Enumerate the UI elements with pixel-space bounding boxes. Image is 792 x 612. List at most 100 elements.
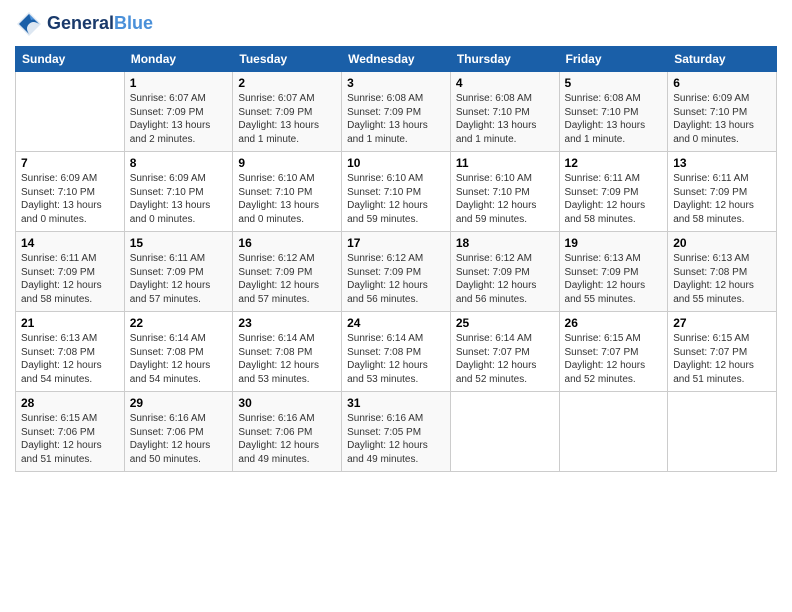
day-number: 1 bbox=[130, 76, 228, 90]
day-number: 24 bbox=[347, 316, 445, 330]
day-cell: 23Sunrise: 6:14 AM Sunset: 7:08 PM Dayli… bbox=[233, 312, 342, 392]
day-number: 22 bbox=[130, 316, 228, 330]
day-number: 2 bbox=[238, 76, 336, 90]
day-cell bbox=[668, 392, 777, 472]
day-info: Sunrise: 6:09 AM Sunset: 7:10 PM Dayligh… bbox=[130, 172, 228, 226]
day-cell: 25 Sunrise: 6:14 AM Sunset: 7:07 PM Dayli… bbox=[450, 312, 559, 392]
day-info: Sunrise: 6:11 AM Sunset: 7:09 PM Dayligh… bbox=[21, 252, 119, 306]
column-header-friday: Friday bbox=[559, 47, 668, 72]
day-info: Sunrise: 6:08 AM Sunset: 7:09 PM Dayligh… bbox=[347, 92, 445, 146]
day-info: Sunrise: 6:11 AM Sunset: 7:09 PM Dayligh… bbox=[565, 172, 663, 226]
day-number: 16 bbox=[238, 236, 336, 250]
day-info: Sunrise: 6:15 AM Sunset: 7:07 PM Dayligh… bbox=[565, 332, 663, 386]
day-cell: 7 Sunrise: 6:09 AM Sunset: 7:10 PM Daylig… bbox=[16, 152, 125, 232]
day-info: Sunrise: 6:09 AM Sunset: 7:10 PM Dayligh… bbox=[21, 172, 119, 226]
column-header-tuesday: Tuesday bbox=[233, 47, 342, 72]
day-number: 6 bbox=[673, 76, 771, 90]
day-number: 26 bbox=[565, 316, 663, 330]
column-header-monday: Monday bbox=[124, 47, 233, 72]
day-cell: 12 Sunrise: 6:11 AM Sunset: 7:09 PM Dayli… bbox=[559, 152, 668, 232]
day-number: 4 bbox=[456, 76, 554, 90]
week-row-2: 7 Sunrise: 6:09 AM Sunset: 7:10 PM Daylig… bbox=[16, 152, 777, 232]
day-cell: 26 Sunrise: 6:15 AM Sunset: 7:07 PM Dayli… bbox=[559, 312, 668, 392]
day-number: 31 bbox=[347, 396, 445, 410]
header: GeneralBlue bbox=[15, 10, 777, 38]
day-number: 7 bbox=[21, 156, 119, 170]
day-info: Sunrise: 6:13 AM Sunset: 7:08 PM Dayligh… bbox=[21, 332, 119, 386]
column-header-saturday: Saturday bbox=[668, 47, 777, 72]
day-info: Sunrise: 6:16 AM Sunset: 7:06 PM Dayligh… bbox=[130, 412, 228, 466]
day-cell: 27Sunrise: 6:15 AM Sunset: 7:07 PM Dayli… bbox=[668, 312, 777, 392]
day-info: Sunrise: 6:11 AM Sunset: 7:09 PM Dayligh… bbox=[130, 252, 228, 306]
week-row-3: 14 Sunrise: 6:11 AM Sunset: 7:09 PM Dayli… bbox=[16, 232, 777, 312]
day-cell: 28 Sunrise: 6:15 AM Sunset: 7:06 PM Dayli… bbox=[16, 392, 125, 472]
day-cell: 3 Sunrise: 6:08 AM Sunset: 7:09 PM Daylig… bbox=[342, 72, 451, 152]
day-cell: 4 Sunrise: 6:08 AM Sunset: 7:10 PM Daylig… bbox=[450, 72, 559, 152]
day-cell: 16 Sunrise: 6:12 AM Sunset: 7:09 PM Dayli… bbox=[233, 232, 342, 312]
day-cell: 14 Sunrise: 6:11 AM Sunset: 7:09 PM Dayli… bbox=[16, 232, 125, 312]
day-number: 13 bbox=[673, 156, 771, 170]
logo-text: GeneralBlue bbox=[47, 14, 153, 34]
day-cell: 11 Sunrise: 6:10 AM Sunset: 7:10 PM Dayli… bbox=[450, 152, 559, 232]
day-cell: 6 Sunrise: 6:09 AM Sunset: 7:10 PM Daylig… bbox=[668, 72, 777, 152]
page: GeneralBlue SundayMondayTuesdayWednesday… bbox=[0, 0, 792, 482]
day-info: Sunrise: 6:16 AM Sunset: 7:06 PM Dayligh… bbox=[238, 412, 336, 466]
day-number: 29 bbox=[130, 396, 228, 410]
day-info: Sunrise: 6:12 AM Sunset: 7:09 PM Dayligh… bbox=[456, 252, 554, 306]
day-number: 14 bbox=[21, 236, 119, 250]
logo: GeneralBlue bbox=[15, 10, 153, 38]
day-number: 10 bbox=[347, 156, 445, 170]
day-cell: 17 Sunrise: 6:12 AM Sunset: 7:09 PM Dayli… bbox=[342, 232, 451, 312]
day-info: Sunrise: 6:13 AM Sunset: 7:09 PM Dayligh… bbox=[565, 252, 663, 306]
day-info: Sunrise: 6:10 AM Sunset: 7:10 PM Dayligh… bbox=[238, 172, 336, 226]
day-info: Sunrise: 6:08 AM Sunset: 7:10 PM Dayligh… bbox=[456, 92, 554, 146]
day-cell bbox=[450, 392, 559, 472]
day-number: 11 bbox=[456, 156, 554, 170]
day-info: Sunrise: 6:13 AM Sunset: 7:08 PM Dayligh… bbox=[673, 252, 771, 306]
day-cell bbox=[16, 72, 125, 152]
calendar-table: SundayMondayTuesdayWednesdayThursdayFrid… bbox=[15, 46, 777, 472]
day-cell: 31Sunrise: 6:16 AM Sunset: 7:05 PM Dayli… bbox=[342, 392, 451, 472]
day-info: Sunrise: 6:07 AM Sunset: 7:09 PM Dayligh… bbox=[238, 92, 336, 146]
day-number: 30 bbox=[238, 396, 336, 410]
day-info: Sunrise: 6:12 AM Sunset: 7:09 PM Dayligh… bbox=[238, 252, 336, 306]
column-header-sunday: Sunday bbox=[16, 47, 125, 72]
day-info: Sunrise: 6:12 AM Sunset: 7:09 PM Dayligh… bbox=[347, 252, 445, 306]
week-row-4: 21 Sunrise: 6:13 AM Sunset: 7:08 PM Dayli… bbox=[16, 312, 777, 392]
day-info: Sunrise: 6:09 AM Sunset: 7:10 PM Dayligh… bbox=[673, 92, 771, 146]
day-info: Sunrise: 6:07 AM Sunset: 7:09 PM Dayligh… bbox=[130, 92, 228, 146]
day-info: Sunrise: 6:10 AM Sunset: 7:10 PM Dayligh… bbox=[456, 172, 554, 226]
day-cell: 13 Sunrise: 6:11 AM Sunset: 7:09 PM Dayli… bbox=[668, 152, 777, 232]
day-number: 25 bbox=[456, 316, 554, 330]
day-cell: 20 Sunrise: 6:13 AM Sunset: 7:08 PM Dayli… bbox=[668, 232, 777, 312]
day-number: 15 bbox=[130, 236, 228, 250]
column-header-thursday: Thursday bbox=[450, 47, 559, 72]
day-number: 19 bbox=[565, 236, 663, 250]
day-cell: 21 Sunrise: 6:13 AM Sunset: 7:08 PM Dayli… bbox=[16, 312, 125, 392]
day-number: 20 bbox=[673, 236, 771, 250]
week-row-1: 1 Sunrise: 6:07 AM Sunset: 7:09 PM Daylig… bbox=[16, 72, 777, 152]
day-number: 28 bbox=[21, 396, 119, 410]
day-number: 8 bbox=[130, 156, 228, 170]
day-number: 3 bbox=[347, 76, 445, 90]
day-number: 9 bbox=[238, 156, 336, 170]
day-info: Sunrise: 6:08 AM Sunset: 7:10 PM Dayligh… bbox=[565, 92, 663, 146]
day-number: 17 bbox=[347, 236, 445, 250]
day-cell: 10 Sunrise: 6:10 AM Sunset: 7:10 PM Dayli… bbox=[342, 152, 451, 232]
logo-icon bbox=[15, 10, 43, 38]
day-cell: 24Sunrise: 6:14 AM Sunset: 7:08 PM Dayli… bbox=[342, 312, 451, 392]
day-number: 21 bbox=[21, 316, 119, 330]
day-info: Sunrise: 6:11 AM Sunset: 7:09 PM Dayligh… bbox=[673, 172, 771, 226]
day-number: 23 bbox=[238, 316, 336, 330]
week-row-5: 28 Sunrise: 6:15 AM Sunset: 7:06 PM Dayli… bbox=[16, 392, 777, 472]
day-number: 12 bbox=[565, 156, 663, 170]
day-info: Sunrise: 6:14 AM Sunset: 7:07 PM Dayligh… bbox=[456, 332, 554, 386]
column-header-wednesday: Wednesday bbox=[342, 47, 451, 72]
day-info: Sunrise: 6:15 AM Sunset: 7:06 PM Dayligh… bbox=[21, 412, 119, 466]
day-cell: 1 Sunrise: 6:07 AM Sunset: 7:09 PM Daylig… bbox=[124, 72, 233, 152]
day-cell: 8 Sunrise: 6:09 AM Sunset: 7:10 PM Daylig… bbox=[124, 152, 233, 232]
day-cell: 30 Sunrise: 6:16 AM Sunset: 7:06 PM Dayli… bbox=[233, 392, 342, 472]
day-cell: 5Sunrise: 6:08 AM Sunset: 7:10 PM Daylig… bbox=[559, 72, 668, 152]
day-info: Sunrise: 6:10 AM Sunset: 7:10 PM Dayligh… bbox=[347, 172, 445, 226]
day-cell: 22Sunrise: 6:14 AM Sunset: 7:08 PM Dayli… bbox=[124, 312, 233, 392]
